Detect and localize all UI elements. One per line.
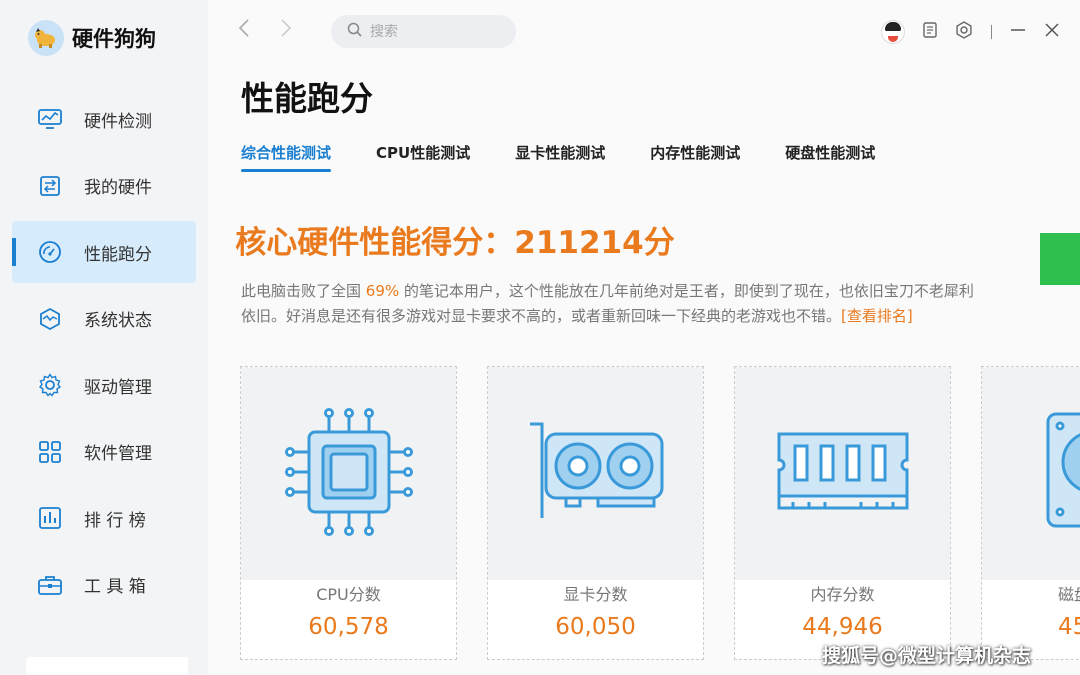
gpu-score-card[interactable]: 显卡分数 60,050 xyxy=(487,366,704,660)
watermark: 搜狐号@微型计算机杂志 xyxy=(822,645,1032,667)
tab-cpu-test[interactable]: CPU性能测试 xyxy=(376,142,470,172)
tab-bar: 综合性能测试 CPU性能测试 显卡性能测试 内存性能测试 硬盘性能测试 xyxy=(241,142,875,172)
score-text: 核心硬件性能得分：211214分 xyxy=(235,225,675,261)
app-logo: 硬件狗狗 xyxy=(28,20,156,56)
apps-icon xyxy=(38,440,62,464)
page-title: 性能跑分 xyxy=(241,79,373,118)
start-test-button[interactable] xyxy=(1040,233,1080,285)
card-image xyxy=(241,367,456,580)
back-arrow-icon[interactable] xyxy=(238,18,250,44)
sidebar-item-label: 工 具 箱 xyxy=(84,577,146,597)
sidebar-item-driver-management[interactable]: 驱动管理 xyxy=(12,354,196,416)
sidebar-item-label: 排 行 榜 xyxy=(84,510,146,531)
minimize-icon[interactable] xyxy=(1010,22,1026,42)
sidebar-item-software-management[interactable]: 软件管理 xyxy=(12,421,196,483)
card-label: 显卡分数 xyxy=(563,585,628,604)
window-controls xyxy=(881,20,1060,44)
tab-disk-test[interactable]: 硬盘性能测试 xyxy=(785,142,875,172)
sidebar-item-label: 软件管理 xyxy=(84,444,152,464)
settings-icon[interactable] xyxy=(955,21,973,43)
sidebar-item-toolbox[interactable]: 工 具 箱 xyxy=(12,554,196,616)
view-ranking-link[interactable]: [查看排名] xyxy=(841,307,913,325)
close-icon[interactable] xyxy=(1044,22,1060,42)
card-label: CPU分数 xyxy=(316,585,381,604)
divider xyxy=(991,25,992,39)
sidebar-item-hardware-detect[interactable]: 硬件检测 xyxy=(12,88,196,150)
sidebar-item-label: 我的硬件 xyxy=(84,178,152,198)
card-image xyxy=(982,367,1080,580)
score-heading: 核心硬件性能得分：211214分 xyxy=(0,217,1080,262)
system-status-icon xyxy=(38,307,62,331)
memory-score-card[interactable]: 内存分数 44,946 xyxy=(734,366,951,660)
app-window: 硬件狗狗 硬件检测 我的硬件 性能跑分 系统状态 驱动管理 软件管理 排 行 榜… xyxy=(0,0,1080,675)
card-label: 磁盘 xyxy=(1058,585,1080,604)
sidebar-item-label: 驱动管理 xyxy=(84,377,152,398)
dog-logo-icon xyxy=(28,20,64,56)
cpu-score-card[interactable]: CPU分数 60,578 xyxy=(240,366,457,660)
card-label: 内存分数 xyxy=(810,585,875,604)
gear-icon xyxy=(38,373,62,397)
avatar[interactable] xyxy=(881,20,905,44)
search-input[interactable] xyxy=(370,23,490,40)
card-value: 44,946 xyxy=(802,614,883,640)
forward-arrow-icon[interactable] xyxy=(280,18,292,44)
card-value: 60,578 xyxy=(308,614,389,640)
disk-score-card[interactable]: 磁盘 45 xyxy=(981,366,1080,660)
sidebar-item-my-hardware[interactable]: 我的硬件 xyxy=(12,155,196,217)
toolbox-icon xyxy=(38,573,62,597)
search-box[interactable] xyxy=(331,15,516,48)
description-text: 此电脑击败了全国 xyxy=(241,282,366,300)
beat-percentage: 69% xyxy=(365,282,400,300)
sidebar-item-ranking[interactable]: 排 行 榜 xyxy=(12,487,196,549)
gpu-icon xyxy=(528,422,664,526)
sidebar-item-label: 硬件检测 xyxy=(84,111,152,132)
ranking-icon xyxy=(38,506,62,530)
card-image xyxy=(488,367,703,580)
score-cards: CPU分数 60,578 显卡分数 60,050 内存分数 44,946 磁 4… xyxy=(240,366,1080,660)
monitor-icon xyxy=(38,107,62,131)
tab-memory-test[interactable]: 内存性能测试 xyxy=(650,142,740,172)
tab-gpu-test[interactable]: 显卡性能测试 xyxy=(515,142,605,172)
score-description: 此电脑击败了全国 69% 的笔记本用户，这个性能放在几年前绝对是王者，即使到了现… xyxy=(241,279,981,329)
notes-icon[interactable] xyxy=(923,22,937,42)
sidebar: 硬件狗狗 硬件检测 我的硬件 性能跑分 系统状态 驱动管理 软件管理 排 行 榜… xyxy=(0,0,208,675)
disk-icon xyxy=(1046,412,1080,536)
hardware-icon xyxy=(38,174,62,198)
cpu-icon xyxy=(283,406,415,542)
memory-icon xyxy=(775,430,911,518)
tab-overall-test[interactable]: 综合性能测试 xyxy=(241,142,332,172)
sidebar-item-label: 系统状态 xyxy=(84,311,152,331)
sidebar-item-system-status[interactable]: 系统状态 xyxy=(12,288,196,350)
card-value: 45 xyxy=(1058,614,1080,640)
sidebar-nav: 硬件检测 我的硬件 性能跑分 系统状态 驱动管理 软件管理 排 行 榜 工 具 … xyxy=(12,88,196,620)
search-icon xyxy=(347,22,362,41)
card-value: 60,050 xyxy=(555,614,636,640)
app-name: 硬件狗狗 xyxy=(72,27,156,51)
card-image xyxy=(735,367,950,580)
sidebar-footer-card xyxy=(26,657,188,675)
